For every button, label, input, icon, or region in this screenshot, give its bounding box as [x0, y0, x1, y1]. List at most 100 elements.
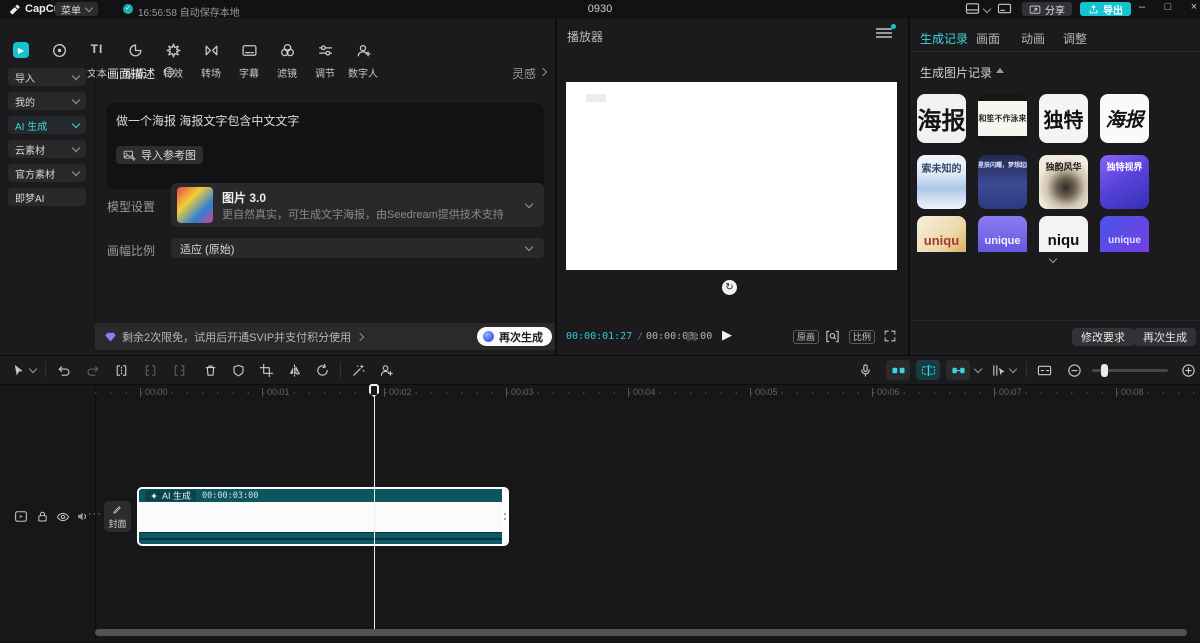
adapt-timeline-button[interactable] — [1036, 362, 1053, 379]
sidebar-item-cloud-assets[interactable]: 云素材 — [8, 140, 86, 158]
layout-chevron-icon[interactable] — [983, 5, 991, 13]
generated-image-thumbnail[interactable]: 索未知的 — [917, 155, 966, 209]
panel-toggle-icon[interactable] — [997, 2, 1012, 15]
import-reference-button[interactable]: 导入参考图 — [116, 146, 203, 164]
minimize-button[interactable]: – — [1134, 1, 1150, 13]
share-button[interactable]: 分享 — [1022, 2, 1072, 16]
modify-request-button[interactable]: 修改要求 — [1072, 328, 1134, 346]
generated-image-thumbnail[interactable]: niqu — [1039, 216, 1088, 252]
timeline-clip-ai-generate[interactable]: AI 生成 00:00:03:00 — [137, 487, 509, 546]
collapse-triangle-icon[interactable] — [996, 68, 1004, 73]
ratio-badge[interactable]: 比例 — [849, 330, 875, 344]
tab-digital-human[interactable]: 数字人 — [344, 40, 382, 82]
menu-button[interactable]: 菜单 — [55, 2, 98, 16]
sidebar-item-mine[interactable]: 我的 — [8, 92, 86, 110]
maximize-button[interactable]: □ — [1160, 1, 1176, 13]
hide-track-icon[interactable] — [56, 511, 70, 523]
export-button[interactable]: 导出 — [1080, 2, 1131, 16]
select-tool-button[interactable] — [10, 362, 27, 379]
tab-animation[interactable]: 动画 — [1021, 30, 1045, 47]
add-character-button[interactable] — [378, 362, 395, 379]
generated-image-thumbnail[interactable]: 独韵风华 — [1039, 155, 1088, 209]
delete-button[interactable] — [202, 362, 219, 379]
frame-step-icon[interactable] — [685, 331, 699, 342]
screen-fit-icon — [1037, 363, 1053, 378]
sidebar-item-dreamina[interactable]: 即梦AI — [8, 188, 86, 206]
tab-adjust-right[interactable]: 调整 — [1063, 30, 1087, 47]
chevron-right-icon[interactable] — [356, 332, 364, 340]
trash-icon — [203, 363, 218, 378]
aspect-ratio-dropdown[interactable]: 适应 (原始) — [171, 238, 544, 258]
generated-image-thumbnail[interactable]: 海报 — [917, 94, 966, 143]
layout-icon[interactable] — [965, 2, 980, 15]
model-dropdown[interactable]: 图片 3.0 更自然真实，可生成文字海报，由Seedream提供技术支持 — [171, 183, 544, 227]
chevron-down-icon — [525, 200, 533, 208]
tab-picture[interactable]: 画面 — [976, 30, 1000, 47]
rotate-handle-icon[interactable]: ↻ — [722, 280, 737, 295]
generated-image-thumbnail[interactable]: 海报 — [1100, 94, 1149, 143]
rotate-icon — [315, 363, 330, 378]
delete-right-button[interactable] — [171, 362, 188, 379]
generated-image-thumbnail[interactable]: 独特 — [1039, 94, 1088, 143]
zoom-out-button[interactable] — [1066, 362, 1083, 379]
generated-images-grid: 海报 和笙不作泳来 独特 海报 索未知的 星辰闪耀，梦想起航 独韵风华 独特视界… — [910, 86, 1200, 252]
chevron-down-icon — [525, 243, 533, 251]
prompt-section-title: 画面描述 — [107, 65, 155, 82]
tab-transitions[interactable]: 转场 — [192, 40, 230, 82]
crop-icon — [259, 363, 274, 378]
tab-filters[interactable]: 滤镜 — [268, 40, 306, 82]
tab-captions[interactable]: 字幕 — [230, 40, 268, 82]
tab-adjust[interactable]: 调节 — [306, 40, 344, 82]
tab-generation-history[interactable]: 生成记录 — [920, 30, 968, 47]
cover-edit-button[interactable]: 封面 — [104, 501, 131, 532]
undo-button[interactable] — [55, 362, 72, 379]
sidebar-item-official-assets[interactable]: 官方素材 — [8, 164, 86, 182]
playhead-line[interactable] — [374, 396, 375, 629]
generated-image-thumbnail[interactable]: unique — [978, 216, 1027, 252]
close-button[interactable]: × — [1186, 1, 1200, 13]
play-button[interactable]: ▶ — [722, 327, 732, 343]
generated-image-thumbnail[interactable]: 独特视界 — [1100, 155, 1149, 209]
clip-trim-handle-right[interactable] — [502, 489, 507, 544]
smart-edit-button[interactable] — [350, 362, 367, 379]
sidebar-item-ai-generate[interactable]: AI 生成 — [8, 116, 86, 134]
sidebar-item-import[interactable]: 导入 — [8, 68, 86, 86]
main-track-magnet-toggle[interactable] — [886, 360, 910, 380]
track-more-icon[interactable]: ··· — [88, 508, 102, 520]
mask-button[interactable] — [230, 362, 247, 379]
generated-image-thumbnail[interactable]: 和笙不作泳来 — [978, 94, 1027, 143]
linkage-toggle[interactable] — [946, 360, 970, 380]
inspiration-link[interactable]: 灵感 — [512, 65, 536, 82]
delete-left-button[interactable] — [142, 362, 159, 379]
regenerate-button[interactable]: 再次生成 — [477, 327, 552, 346]
crop-button[interactable] — [258, 362, 275, 379]
redo-button[interactable] — [85, 362, 102, 379]
auto-snap-toggle[interactable] — [916, 360, 940, 380]
split-button[interactable] — [113, 362, 130, 379]
generated-image-thumbnail[interactable]: uniqu — [917, 216, 966, 252]
expand-grid-chevron-icon[interactable] — [1049, 255, 1057, 263]
generated-image-thumbnail[interactable]: 星辰闪耀，梦想起航 — [978, 155, 1027, 209]
total-time: 00:00:03:00 — [646, 331, 712, 342]
rotate-button[interactable] — [314, 362, 331, 379]
fullscreen-icon[interactable] — [883, 329, 897, 343]
info-icon[interactable] — [163, 66, 175, 78]
mask-shield-icon — [231, 363, 246, 378]
generated-image-thumbnail[interactable]: unique — [1100, 216, 1149, 252]
ruler-tick: 00:05 — [750, 388, 778, 397]
timeline-scrollbar[interactable] — [95, 629, 1187, 636]
lock-track-icon[interactable] — [36, 510, 49, 523]
voiceover-button[interactable] — [857, 362, 874, 379]
timeline-zoom-slider-handle[interactable] — [1101, 364, 1108, 377]
preview-axis-button[interactable] — [990, 362, 1007, 379]
preview-zoom-icon[interactable] — [825, 329, 840, 344]
zoom-in-button[interactable] — [1180, 362, 1197, 379]
regenerate-right-button[interactable]: 再次生成 — [1134, 328, 1196, 346]
player-menu-icon[interactable] — [876, 27, 892, 39]
quality-badge[interactable]: 原画 — [793, 330, 819, 344]
track-cursor-icon — [991, 363, 1006, 378]
ruler-tick: 00:03 — [506, 388, 534, 397]
mirror-button[interactable] — [286, 362, 303, 379]
preview-canvas[interactable] — [566, 82, 897, 270]
microphone-icon — [858, 363, 873, 378]
